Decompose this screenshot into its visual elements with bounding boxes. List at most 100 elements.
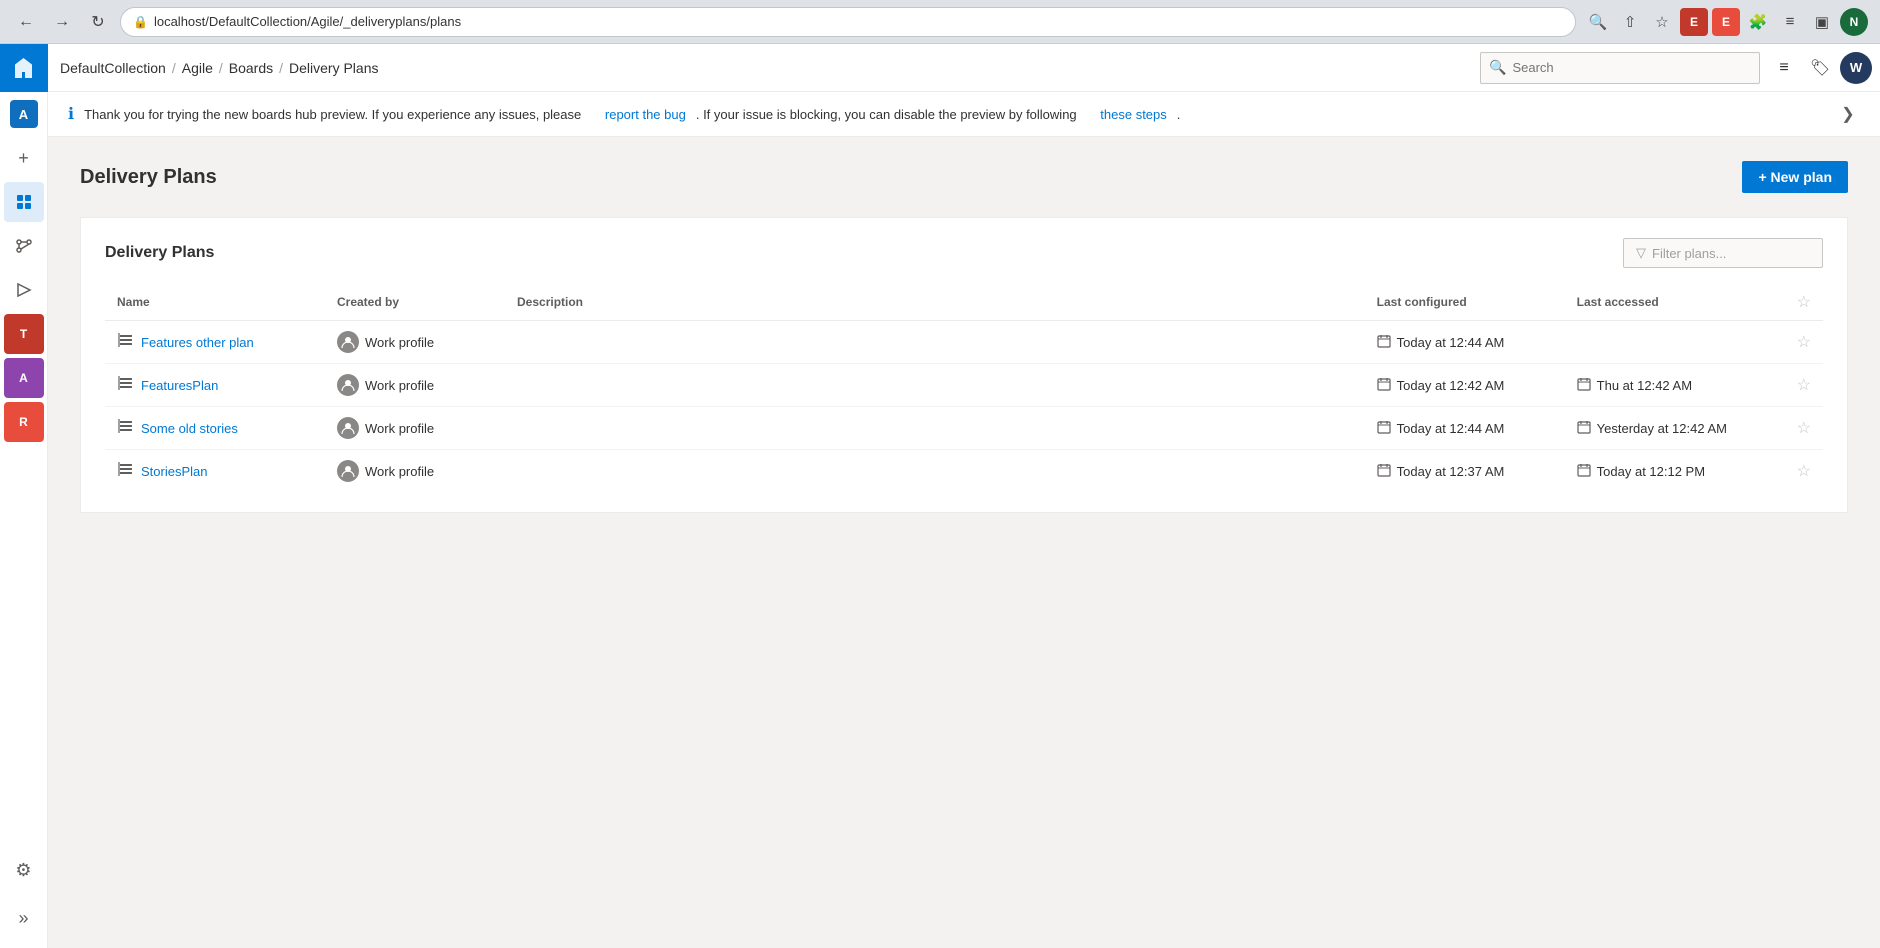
plan-name-cell-2: Some old stories <box>105 407 325 450</box>
user-avatar-0 <box>337 331 359 353</box>
notice-text3: . <box>1177 107 1181 122</box>
content-area: ℹ Thank you for trying the new boards hu… <box>48 92 1880 948</box>
list-icon-btn[interactable]: ≡ <box>1768 52 1800 84</box>
col-header-name: Name <box>105 284 325 321</box>
plan-desc-cell-0 <box>505 321 1365 364</box>
notice-text: Thank you for trying the new boards hub … <box>84 107 581 122</box>
table-row: StoriesPlan Work profile Today at 12:37 … <box>105 450 1823 493</box>
plan-desc-cell-1 <box>505 364 1365 407</box>
plans-table-head: Name Created by Description Last configu… <box>105 284 1823 321</box>
url-bar[interactable]: 🔒 localhost/DefaultCollection/Agile/_del… <box>120 7 1576 37</box>
sidebar-add-btn[interactable]: + <box>4 138 44 178</box>
plan-last-configured-0: Today at 12:44 AM <box>1397 335 1505 350</box>
star-all-btn[interactable]: ☆ <box>1797 292 1811 312</box>
plan-star-cell-2: ☆ <box>1785 407 1823 450</box>
breadcrumb-boards[interactable]: Boards <box>229 60 273 76</box>
plan-last-configured-cell-0: Today at 12:44 AM <box>1365 321 1565 364</box>
sidebar-pipelines-btn[interactable] <box>4 270 44 310</box>
table-row: FeaturesPlan Work profile Today at 12:42… <box>105 364 1823 407</box>
ext2-icon-btn[interactable]: E <box>1712 8 1740 36</box>
calendar-icon-accessed-3 <box>1577 463 1591 480</box>
filter-plans-input[interactable]: ▽ Filter plans... <box>1623 238 1823 268</box>
forward-button[interactable]: → <box>48 8 76 36</box>
settings-btn[interactable]: ⚙ <box>4 850 44 890</box>
star-btn-1[interactable]: ☆ <box>1797 375 1811 395</box>
page-title: Delivery Plans <box>80 166 217 189</box>
sidebar-artifacts-btn[interactable]: A <box>4 358 44 398</box>
browser-bar: ← → ↻ 🔒 localhost/DefaultCollection/Agil… <box>0 0 1880 44</box>
app-logo[interactable] <box>0 44 48 92</box>
user-avatar-1 <box>337 374 359 396</box>
plan-created-by-cell-3: Work profile <box>325 450 505 493</box>
star-btn-3[interactable]: ☆ <box>1797 461 1811 481</box>
table-row: Features other plan Work profile Today a… <box>105 321 1823 364</box>
user-avatar-2 <box>337 417 359 439</box>
these-steps-link[interactable]: these steps <box>1100 107 1167 122</box>
plan-name-link-2[interactable]: Some old stories <box>141 421 238 436</box>
plan-star-cell-3: ☆ <box>1785 450 1823 493</box>
plans-table-body: Features other plan Work profile Today a… <box>105 321 1823 493</box>
plan-last-accessed-cell-1: Thu at 12:42 AM <box>1565 364 1785 407</box>
plans-card: Delivery Plans ▽ Filter plans... Name Cr… <box>80 217 1848 513</box>
breadcrumb-agile[interactable]: Agile <box>182 60 213 76</box>
plan-last-accessed-2: Yesterday at 12:42 AM <box>1597 421 1727 436</box>
calendar-icon-configured-3 <box>1377 463 1391 480</box>
plan-last-accessed-cell-2: Yesterday at 12:42 AM <box>1565 407 1785 450</box>
notice-close-btn[interactable]: ❯ <box>1836 102 1860 126</box>
col-header-last-configured: Last configured <box>1365 284 1565 321</box>
new-plan-button[interactable]: + New plan <box>1742 161 1848 193</box>
report-bug-link[interactable]: report the bug <box>605 107 686 122</box>
plan-last-configured-cell-3: Today at 12:37 AM <box>1365 450 1565 493</box>
main-layout: A + T A R ⚙ » ℹ Thank you for trying the… <box>0 92 1880 948</box>
sidebar: A + T A R ⚙ » <box>0 92 48 948</box>
star-btn-2[interactable]: ☆ <box>1797 418 1811 438</box>
browser-profile[interactable]: N <box>1840 8 1868 36</box>
sidebar-analytics-btn[interactable]: R <box>4 402 44 442</box>
plans-card-title: Delivery Plans <box>105 244 214 262</box>
filter-placeholder-text: Filter plans... <box>1652 246 1726 261</box>
lock-icon: 🔒 <box>133 15 148 29</box>
ext5-icon-btn[interactable]: ▣ <box>1808 8 1836 36</box>
plan-created-by-cell-1: Work profile <box>325 364 505 407</box>
browser-right-icons: 🔍 ⇧ ☆ E E 🧩 ≡ ▣ N <box>1584 8 1868 36</box>
badge-icon-btn[interactable]: 🏷 <box>1804 52 1836 84</box>
star-btn-0[interactable]: ☆ <box>1797 332 1811 352</box>
plan-last-configured-cell-2: Today at 12:44 AM <box>1365 407 1565 450</box>
table-row: Some old stories Work profile Today at 1… <box>105 407 1823 450</box>
sidebar-avatar[interactable]: A <box>10 100 38 128</box>
search-icon-btn[interactable]: 🔍 <box>1584 8 1612 36</box>
share-icon-btn[interactable]: ⇧ <box>1616 8 1644 36</box>
breadcrumb-delivery-plans[interactable]: Delivery Plans <box>289 60 378 76</box>
header-right-icons: ≡ 🏷 W <box>1768 52 1880 84</box>
sidebar-test-btn[interactable]: T <box>4 314 44 354</box>
search-input[interactable] <box>1512 60 1751 75</box>
plan-name-link-1[interactable]: FeaturesPlan <box>141 378 218 393</box>
plan-name-link-0[interactable]: Features other plan <box>141 335 254 350</box>
expand-btn[interactable]: » <box>4 898 44 938</box>
calendar-icon-accessed-2 <box>1577 420 1591 437</box>
plans-card-header: Delivery Plans ▽ Filter plans... <box>105 238 1823 268</box>
sidebar-boards-btn[interactable] <box>4 182 44 222</box>
plan-icon-3 <box>117 461 133 481</box>
back-button[interactable]: ← <box>12 8 40 36</box>
ext3-icon-btn[interactable]: 🧩 <box>1744 8 1772 36</box>
ext1-icon-btn[interactable]: E <box>1680 8 1708 36</box>
plan-name-link-3[interactable]: StoriesPlan <box>141 464 207 479</box>
col-header-description: Description <box>505 284 1365 321</box>
sidebar-repos-btn[interactable] <box>4 226 44 266</box>
breadcrumb-default-collection[interactable]: DefaultCollection <box>60 60 166 76</box>
ext4-icon-btn[interactable]: ≡ <box>1776 8 1804 36</box>
plan-created-by-cell-0: Work profile <box>325 321 505 364</box>
plan-last-accessed-3: Today at 12:12 PM <box>1597 464 1705 479</box>
search-bar[interactable]: 🔍 <box>1480 52 1760 84</box>
plan-last-configured-cell-1: Today at 12:42 AM <box>1365 364 1565 407</box>
notice-text2: . If your issue is blocking, you can dis… <box>696 107 1077 122</box>
breadcrumb-sep-2: / <box>219 60 223 76</box>
profile-avatar[interactable]: W <box>1840 52 1872 84</box>
plan-created-by-2: Work profile <box>365 421 434 436</box>
plan-last-configured-3: Today at 12:37 AM <box>1397 464 1505 479</box>
plan-created-by-3: Work profile <box>365 464 434 479</box>
bookmark-icon-btn[interactable]: ☆ <box>1648 8 1676 36</box>
plan-icon-1 <box>117 375 133 395</box>
reload-button[interactable]: ↻ <box>84 8 112 36</box>
